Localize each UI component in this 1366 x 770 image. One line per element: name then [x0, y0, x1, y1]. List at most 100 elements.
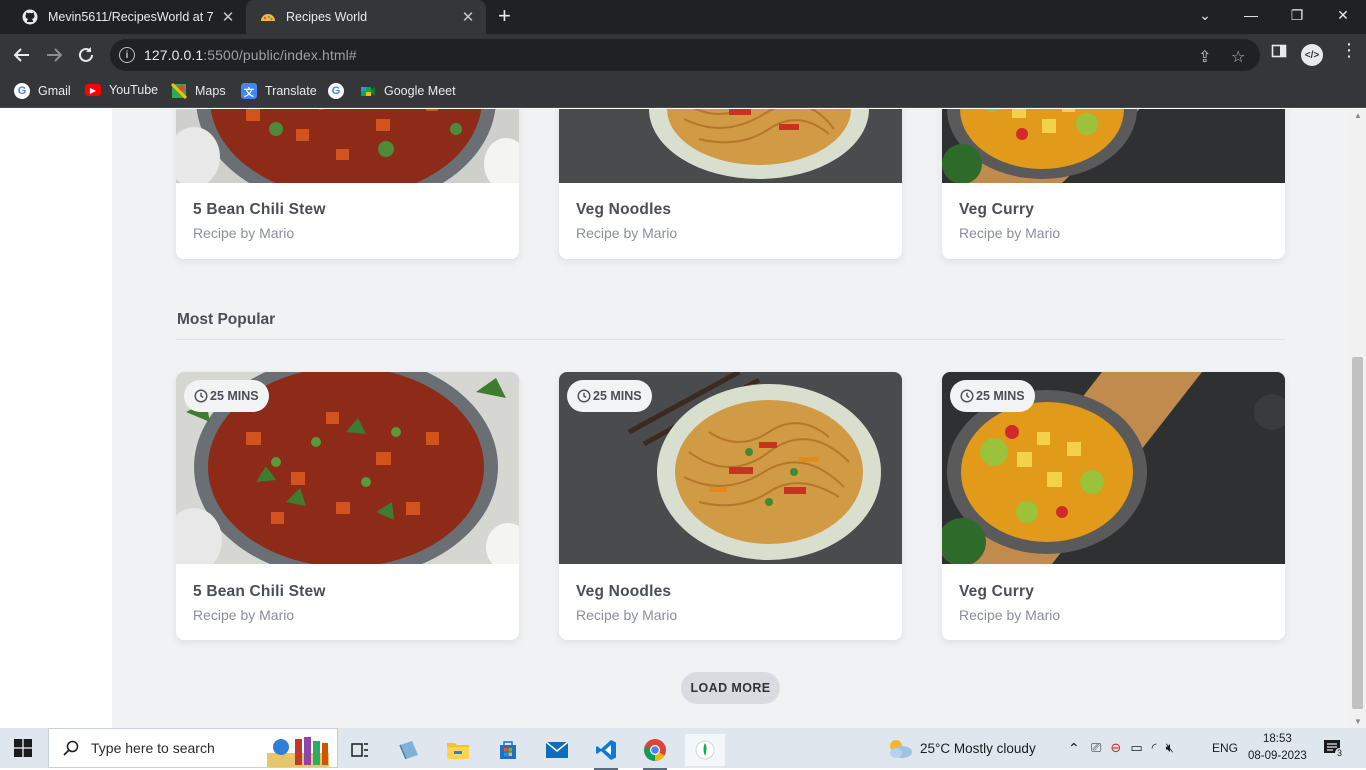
recipe-author: Recipe by Mario [959, 607, 1061, 623]
section-title: Most Popular [177, 311, 276, 328]
bookmark-google[interactable]: G [328, 83, 352, 99]
tab-recipes-world[interactable]: Recipes World ✕ [246, 0, 486, 34]
recipe-card-info: Veg Noodles Recipe by Mario [576, 201, 677, 241]
recipe-card-info: Veg Noodles Recipe by Mario [576, 583, 677, 623]
recipe-card[interactable]: 25 MINS 5 Bean Chili Stew Recipe by Mari… [176, 372, 519, 640]
tab-title: Mevin5611/RecipesWorld at 79f9 [48, 10, 214, 24]
page-scrollbar[interactable]: ▲ ▼ [1350, 109, 1366, 728]
bookmark-label: Google Meet [384, 84, 456, 98]
recipe-image-chili [176, 109, 519, 183]
recipe-card[interactable]: Veg Curry Recipe by Mario [942, 109, 1285, 259]
clock-icon [577, 389, 591, 403]
recipe-author: Recipe by Mario [193, 607, 295, 623]
scroll-down-icon[interactable]: ▼ [1354, 717, 1362, 726]
language-indicator[interactable]: ENG [1212, 728, 1238, 768]
network-error-icon[interactable]: ⊖ [1110, 740, 1121, 756]
taco-icon [260, 9, 276, 25]
system-tray-icons: ⎚ ⊖ ▭ ◜ 🔇︎ [1091, 728, 1174, 768]
page-left-margin [0, 109, 112, 728]
clock-time: 18:53 [1263, 733, 1292, 745]
minimize-icon[interactable]: — [1228, 0, 1274, 30]
recipe-card-info: Veg Curry Recipe by Mario [959, 583, 1060, 623]
browser-toolbar: i 127.0.0.1:5500/public/index.html# ⇪ ☆ … [0, 34, 1366, 76]
scroll-up-icon[interactable]: ▲ [1354, 111, 1362, 120]
cook-time: 25 MINS [976, 389, 1025, 403]
meet-icon [360, 83, 376, 99]
recipe-image-noodles [559, 109, 902, 183]
section-divider [176, 339, 1285, 340]
restore-icon[interactable]: ❐ [1274, 0, 1320, 30]
notes-app-icon[interactable] [389, 734, 429, 766]
recipe-author: Recipe by Mario [193, 225, 295, 241]
file-explorer-icon[interactable] [438, 734, 478, 766]
recipe-card[interactable]: 25 MINS Veg Curry Recipe by Mario [942, 372, 1285, 640]
side-panel-icon[interactable] [1271, 43, 1287, 64]
menu-kebab-icon[interactable]: ⋮ [1340, 40, 1358, 61]
recipe-card-info: 5 Bean Chili Stew Recipe by Mario [193, 583, 326, 623]
recipe-card[interactable]: 25 MINS Veg Noodles Recipe by Mario [559, 372, 902, 640]
bookmark-translate[interactable]: 文 Translate [241, 83, 317, 99]
task-view-icon[interactable] [340, 734, 380, 766]
bookmarks-bar: G Gmail ▶ YouTube Maps 文 Translate G Goo… [0, 76, 1366, 108]
windows-start-icon[interactable] [14, 739, 32, 757]
load-more-button[interactable]: LOAD MORE [681, 672, 780, 704]
back-icon[interactable] [11, 44, 33, 66]
meet-now-icon[interactable]: ⎚ [1091, 740, 1101, 756]
bookmark-gmail[interactable]: G Gmail [14, 83, 71, 99]
recipe-name[interactable]: 5 Bean Chili Stew [193, 201, 326, 219]
battery-icon[interactable]: ▭ [1130, 740, 1142, 756]
recipe-card[interactable]: 5 Bean Chili Stew Recipe by Mario [176, 109, 519, 259]
profile-avatar[interactable]: </> [1301, 44, 1323, 66]
recipe-author: Recipe by Mario [959, 225, 1061, 241]
address-url: 127.0.0.1:5500/public/index.html# [144, 47, 357, 63]
tab-close-icon[interactable]: ✕ [460, 8, 476, 26]
mongodb-compass-icon[interactable] [685, 734, 725, 766]
chrome-icon[interactable] [635, 734, 675, 770]
bookmark-star-icon[interactable]: ☆ [1231, 47, 1245, 67]
volume-muted-icon[interactable]: 🔇︎ [1166, 740, 1174, 756]
tab-search-icon[interactable]: ⌄ [1182, 0, 1228, 30]
clock[interactable]: 18:53 08-09-2023 [1248, 728, 1307, 768]
microsoft-store-icon[interactable] [488, 734, 528, 766]
close-window-icon[interactable]: ✕ [1320, 0, 1366, 30]
recipe-card[interactable]: Veg Noodles Recipe by Mario [559, 109, 902, 259]
wifi-icon[interactable]: ◜ [1152, 740, 1157, 756]
forward-icon[interactable] [43, 44, 65, 66]
show-hidden-icons[interactable]: ⌃ [1068, 728, 1080, 768]
clock-date: 08-09-2023 [1248, 750, 1307, 762]
tab-close-icon[interactable]: ✕ [220, 8, 236, 26]
share-icon[interactable]: ⇪ [1198, 47, 1211, 67]
clock-icon [960, 389, 974, 403]
cloudy-weather-icon [890, 740, 912, 758]
vscode-icon[interactable] [586, 734, 626, 770]
reload-icon[interactable] [75, 44, 97, 66]
recipe-name[interactable]: Veg Noodles [576, 583, 677, 601]
scrollbar-thumb[interactable] [1352, 357, 1363, 709]
cook-time-badge: 25 MINS [184, 380, 269, 412]
new-tab-icon[interactable]: + [498, 5, 511, 27]
recipe-image-curry [942, 109, 1285, 183]
bookmark-label: Maps [195, 84, 226, 98]
weather-text: 25°C Mostly cloudy [920, 740, 1036, 756]
chevron-up-icon[interactable]: ⌃ [1068, 740, 1080, 757]
bookmark-maps[interactable]: Maps [171, 83, 226, 99]
cook-time: 25 MINS [593, 389, 642, 403]
page-viewport: 5 Bean Chili Stew Recipe by Mario Veg No… [0, 109, 1366, 728]
tab-github[interactable]: Mevin5611/RecipesWorld at 79f9 ✕ [8, 0, 246, 34]
recipe-name[interactable]: Veg Curry [959, 583, 1060, 601]
address-bar[interactable]: i 127.0.0.1:5500/public/index.html# ⇪ ☆ [110, 39, 1260, 71]
recipe-name[interactable]: Veg Curry [959, 201, 1060, 219]
cook-time: 25 MINS [210, 389, 259, 403]
recipe-name[interactable]: 5 Bean Chili Stew [193, 583, 326, 601]
recipe-name[interactable]: Veg Noodles [576, 201, 677, 219]
site-info-icon[interactable]: i [119, 47, 135, 63]
mail-icon[interactable] [537, 734, 577, 766]
notification-center-icon[interactable]: 3 [1323, 728, 1345, 768]
search-icon [63, 740, 79, 756]
bookmark-youtube[interactable]: ▶ YouTube [85, 83, 158, 97]
weather-widget[interactable]: 25°C Mostly cloudy [886, 728, 1036, 768]
taskbar-search-input[interactable]: Type here to search [48, 728, 338, 768]
recipe-card-info: Veg Curry Recipe by Mario [959, 201, 1060, 241]
google-icon: G [14, 83, 30, 99]
bookmark-google-meet[interactable]: Google Meet [360, 83, 456, 99]
